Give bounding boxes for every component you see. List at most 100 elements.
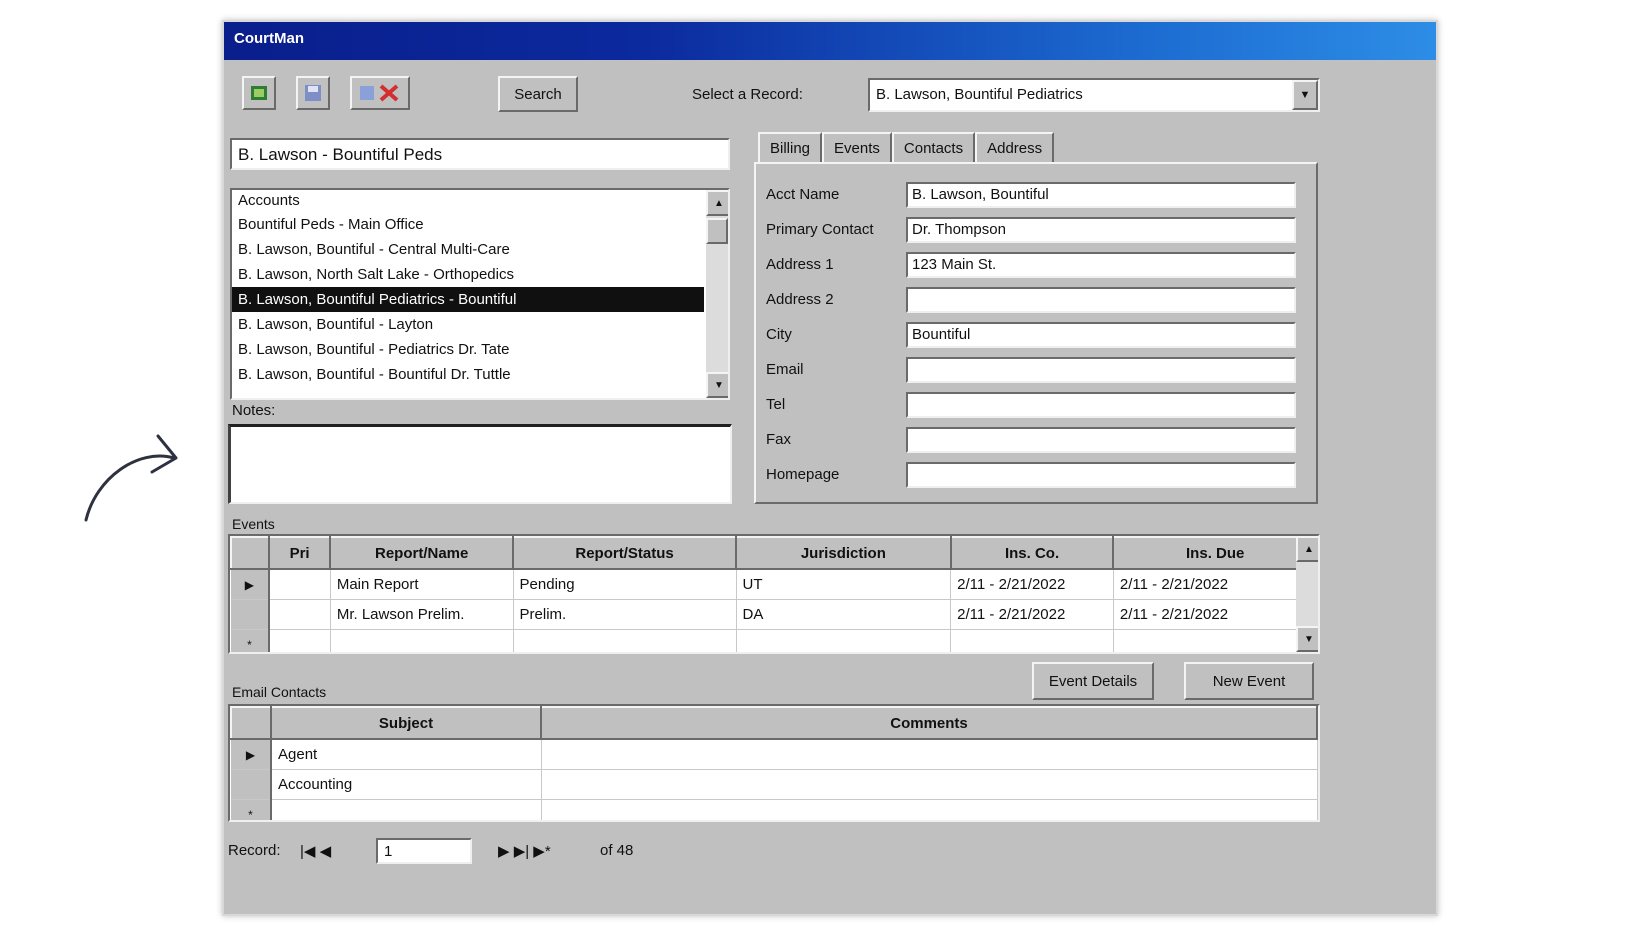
contact-field-input[interactable]: B. Lawson, Bountiful <box>906 182 1296 208</box>
table-row[interactable]: * <box>231 629 1318 652</box>
contact-field-input[interactable] <box>906 427 1296 453</box>
table-cell[interactable]: 2/11 - 2/21/2022 <box>950 569 1114 600</box>
select-record-dropdown[interactable]: B. Lawson, Bountiful Pediatrics ▼ <box>868 78 1320 112</box>
tab-events[interactable]: Events <box>822 132 892 164</box>
nav-next-buttons[interactable]: ▶ ▶| ▶* <box>498 842 551 860</box>
row-selector[interactable]: ▶ <box>231 738 272 770</box>
list-scrollbar[interactable]: ▲ ▼ <box>706 190 728 398</box>
accounts-list[interactable]: Accounts Bountiful Peds - Main Office B. … <box>230 188 730 400</box>
chevron-down-icon[interactable]: ▼ <box>1292 80 1318 110</box>
notes-label: Notes: <box>232 402 276 419</box>
scroll-up-icon[interactable]: ▲ <box>706 190 728 216</box>
tab-contacts[interactable]: Contacts <box>891 132 976 164</box>
list-item[interactable]: B. Lawson, Bountiful Pediatrics - Bounti… <box>232 287 704 312</box>
record-label: Record: <box>228 842 281 859</box>
list-item[interactable]: B. Lawson, North Salt Lake - Orthopedics <box>232 262 704 287</box>
table-row[interactable]: * <box>231 799 1318 820</box>
table-cell[interactable]: Mr. Lawson Prelim. <box>330 599 514 630</box>
email-contacts-table: Subject Comments ▶ Agent Accounting * <box>230 706 1318 820</box>
list-item[interactable]: Bountiful Peds - Main Office <box>232 212 704 237</box>
table-cell[interactable]: Prelim. <box>513 599 737 630</box>
search-button[interactable]: Search <box>498 76 578 112</box>
table-cell[interactable] <box>950 629 1114 652</box>
scroll-down-icon[interactable]: ▼ <box>706 372 728 398</box>
table-cell[interactable] <box>268 629 331 652</box>
event-details-button[interactable]: Event Details <box>1032 662 1154 700</box>
field-label: City <box>766 326 792 343</box>
row-selector[interactable]: * <box>231 799 272 820</box>
tab-billing[interactable]: Billing <box>758 132 823 164</box>
name-field[interactable]: B. Lawson - Bountiful Peds <box>230 138 730 170</box>
table-cell[interactable]: Pending <box>513 569 737 600</box>
list-item[interactable]: B. Lawson, Bountiful - Pediatrics Dr. Ta… <box>232 337 704 362</box>
table-cell[interactable] <box>268 599 331 630</box>
scroll-down-icon[interactable]: ▼ <box>1296 626 1318 652</box>
table-cell[interactable] <box>1113 629 1318 652</box>
table-cell[interactable] <box>268 569 331 600</box>
events-scrollbar[interactable]: ▲ ▼ <box>1296 536 1318 652</box>
select-record-label: Select a Record: <box>692 86 803 103</box>
tab-address[interactable]: Address <box>975 132 1055 164</box>
table-cell[interactable]: UT <box>736 569 952 600</box>
column-header[interactable]: Report/Status <box>512 536 738 570</box>
table-cell[interactable]: DA <box>736 599 952 630</box>
nav-prev-buttons[interactable]: |◀ ◀ <box>300 842 331 860</box>
table-row[interactable]: Mr. Lawson Prelim. Prelim. DA 2/11 - 2/21/2… <box>231 599 1318 630</box>
contact-field-input[interactable] <box>906 392 1296 418</box>
table-cell[interactable] <box>330 629 514 652</box>
contact-field-input[interactable]: 123 Main St. <box>906 252 1296 278</box>
row-selector[interactable] <box>231 769 272 800</box>
column-header-subject[interactable]: Subject <box>270 706 542 740</box>
table-cell[interactable]: 2/11 - 2/21/2022 <box>950 599 1114 630</box>
record-number-field[interactable]: 1 <box>376 838 472 864</box>
column-header-comments[interactable]: Comments <box>540 706 1318 740</box>
table-cell[interactable]: Accounting <box>271 769 542 800</box>
table-cell[interactable] <box>541 769 1318 800</box>
contact-field-input[interactable] <box>906 462 1296 488</box>
field-label: Address 1 <box>766 256 834 273</box>
column-header[interactable]: Report/Name <box>329 536 515 570</box>
column-header[interactable]: Jurisdiction <box>735 536 952 570</box>
contact-field-input[interactable] <box>906 287 1296 313</box>
column-header[interactable]: Ins. Due <box>1112 536 1318 570</box>
field-label: Primary Contact <box>766 221 874 238</box>
contact-field-input[interactable]: Bountiful <box>906 322 1296 348</box>
column-header[interactable]: Pri <box>267 536 332 570</box>
table-cell[interactable] <box>271 799 542 820</box>
list-item[interactable]: B. Lawson, Bountiful - Central Multi-Car… <box>232 237 704 262</box>
table-row[interactable]: ▶ Agent <box>231 738 1318 770</box>
table-cell[interactable]: Agent <box>271 739 542 770</box>
table-cell[interactable] <box>541 799 1318 820</box>
column-header[interactable]: Ins. Co. <box>949 536 1115 570</box>
toolbar: Search Select a Record: B. Lawson, Bount… <box>230 68 1430 124</box>
table-cell[interactable] <box>736 629 952 652</box>
table-row[interactable]: Accounting <box>231 769 1318 800</box>
table-cell[interactable] <box>541 739 1318 770</box>
save-icon[interactable] <box>296 76 330 110</box>
table-cell[interactable]: 2/11 - 2/21/2022 <box>1113 569 1318 600</box>
scroll-up-icon[interactable]: ▲ <box>1296 536 1318 562</box>
new-event-button[interactable]: New Event <box>1184 662 1314 700</box>
list-item[interactable]: B. Lawson, Bountiful - Bountiful Dr. Tut… <box>232 362 704 387</box>
list-header: Accounts <box>238 192 300 209</box>
email-contacts-grid[interactable]: Subject Comments ▶ Agent Accounting * <box>228 704 1320 822</box>
record-number-value: 1 <box>384 843 393 860</box>
contact-field-input[interactable]: Dr. Thompson <box>906 217 1296 243</box>
row-selector[interactable]: ▶ <box>231 568 270 600</box>
field-label: Address 2 <box>766 291 834 308</box>
table-cell[interactable]: Main Report <box>330 569 514 600</box>
row-selector[interactable] <box>231 599 270 630</box>
contact-field-input[interactable] <box>906 357 1296 383</box>
row-selector[interactable]: * <box>231 629 270 652</box>
table-cell[interactable]: 2/11 - 2/21/2022 <box>1113 599 1318 630</box>
new-record-icon[interactable] <box>242 76 276 110</box>
select-record-value: B. Lawson, Bountiful Pediatrics <box>876 86 1083 103</box>
list-item[interactable]: B. Lawson, Bountiful - Layton <box>232 312 704 337</box>
field-label: Fax <box>766 431 792 448</box>
scroll-thumb[interactable] <box>706 218 728 244</box>
table-cell[interactable] <box>513 629 737 652</box>
table-row[interactable]: ▶ Main Report Pending UT 2/11 - 2/21/2022 2/1… <box>231 568 1318 600</box>
notes-textarea[interactable] <box>228 424 732 504</box>
events-grid[interactable]: Pri Report/Name Report/Status Jurisdiction I… <box>228 534 1320 654</box>
delete-icon[interactable] <box>350 76 410 110</box>
